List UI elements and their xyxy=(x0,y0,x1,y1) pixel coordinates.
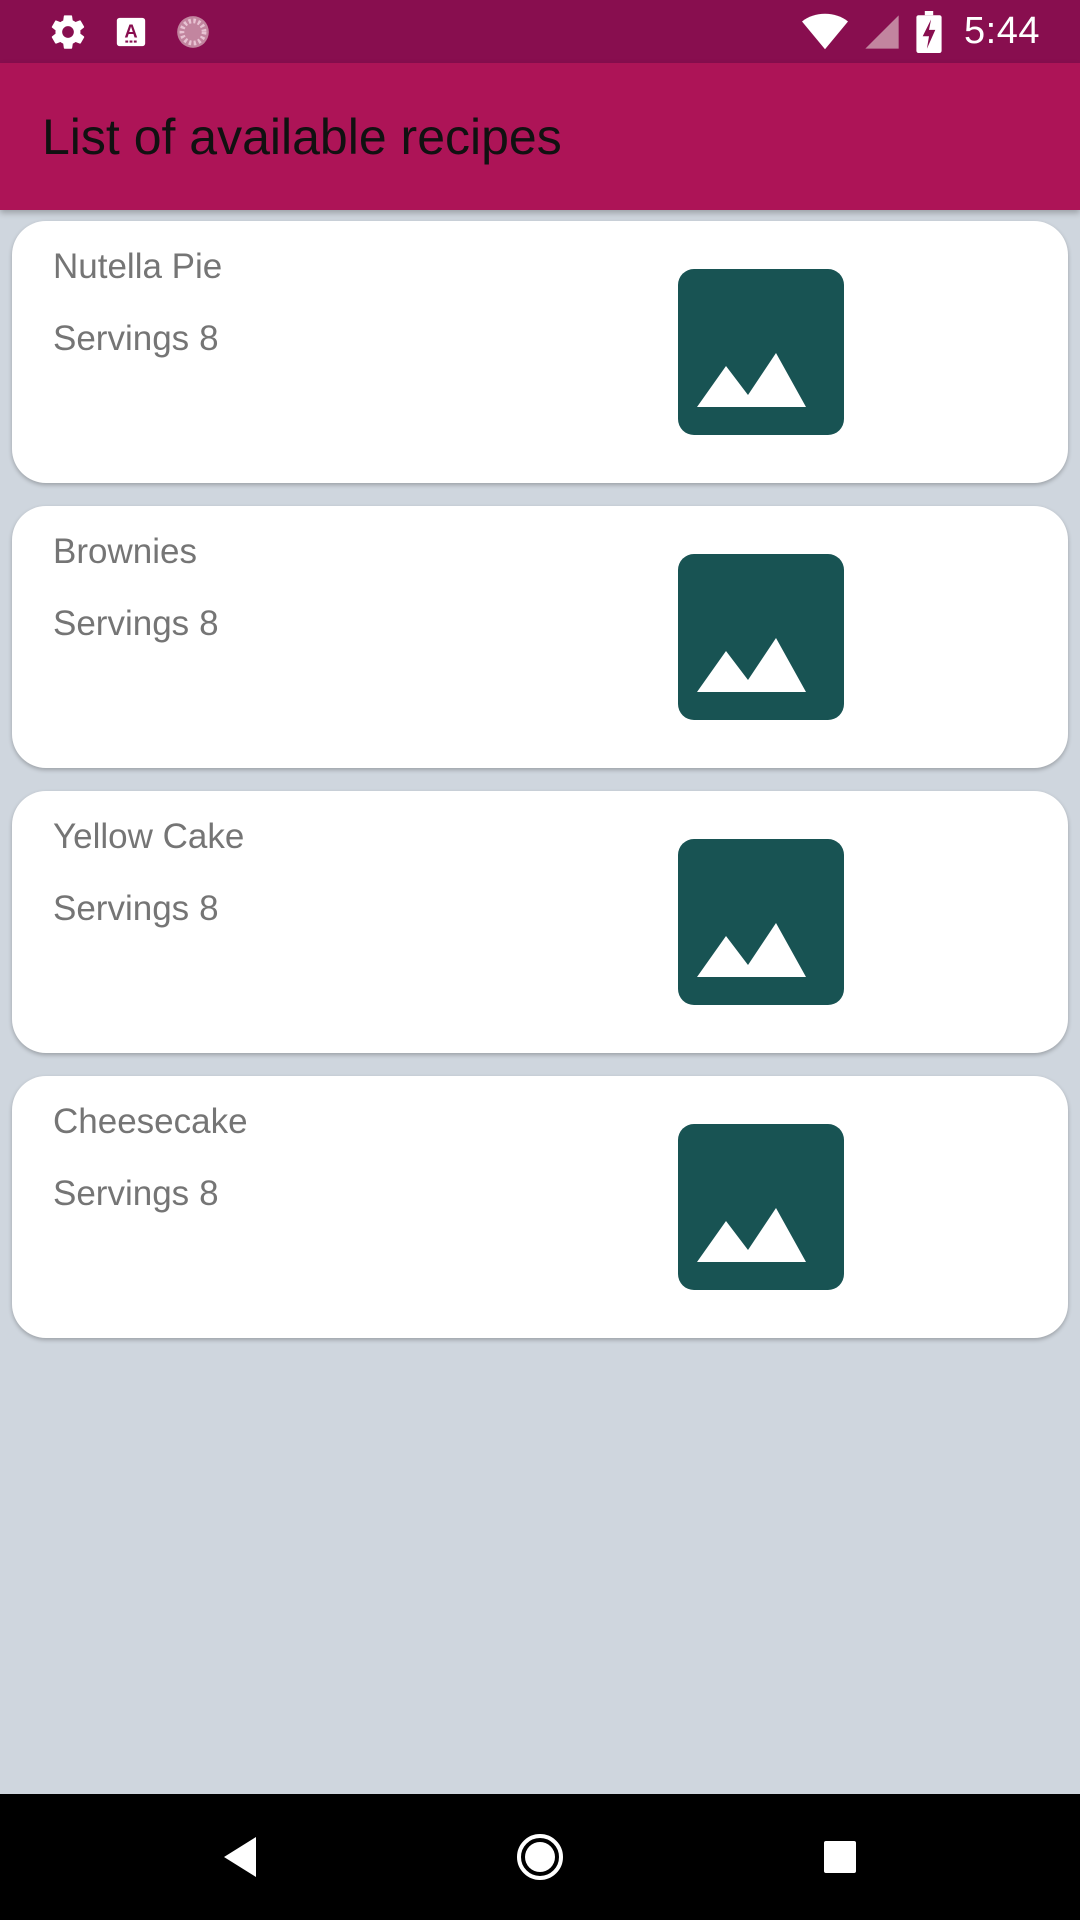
servings-count: 8 xyxy=(199,889,219,928)
recents-icon xyxy=(824,1841,856,1873)
recipe-name: Brownies xyxy=(53,532,197,571)
home-icon xyxy=(517,1834,563,1880)
back-icon xyxy=(224,1837,256,1877)
page-title: List of available recipes xyxy=(42,109,562,165)
status-icons-left: A xyxy=(48,0,212,63)
recipe-card[interactable]: Brownies Servings 8 xyxy=(12,506,1068,768)
back-button[interactable] xyxy=(200,1794,280,1920)
servings-count: 8 xyxy=(199,1174,219,1213)
image-placeholder-icon xyxy=(678,839,844,1005)
recipe-servings: Servings 8 xyxy=(53,319,219,359)
servings-label: Servings xyxy=(53,319,190,358)
recipe-card[interactable]: Yellow Cake Servings 8 xyxy=(12,791,1068,1053)
svg-text:A: A xyxy=(124,20,137,41)
recipe-name: Yellow Cake xyxy=(53,817,245,856)
recipe-name: Nutella Pie xyxy=(53,247,223,286)
recipe-card[interactable]: Cheesecake Servings 8 xyxy=(12,1076,1068,1338)
loading-spinner-icon xyxy=(174,13,212,51)
navigation-bar xyxy=(0,1794,1080,1920)
image-placeholder-icon xyxy=(678,1124,844,1290)
settings-icon xyxy=(48,12,88,52)
status-bar: A 5:44 xyxy=(0,0,1080,63)
app-bar: List of available recipes xyxy=(0,63,1080,210)
recipe-card[interactable]: Nutella Pie Servings 8 xyxy=(12,221,1068,483)
recipe-name: Cheesecake xyxy=(53,1102,248,1141)
recipe-servings: Servings 8 xyxy=(53,889,219,929)
image-placeholder-icon xyxy=(678,554,844,720)
status-time: 5:44 xyxy=(964,10,1040,52)
recipe-servings: Servings 8 xyxy=(53,1174,219,1214)
wifi-icon xyxy=(802,12,849,52)
image-placeholder-icon xyxy=(678,269,844,435)
battery-charging-icon xyxy=(916,10,942,53)
home-button[interactable] xyxy=(500,1794,580,1920)
cell-signal-icon xyxy=(862,12,902,52)
recipe-servings: Servings 8 xyxy=(53,604,219,644)
status-icons-right: 5:44 xyxy=(802,0,1040,63)
keyboard-a-icon: A xyxy=(114,15,148,49)
servings-label: Servings xyxy=(53,604,190,643)
servings-count: 8 xyxy=(199,604,219,643)
servings-label: Servings xyxy=(53,1174,190,1213)
servings-count: 8 xyxy=(199,319,219,358)
servings-label: Servings xyxy=(53,889,190,928)
recents-button[interactable] xyxy=(800,1794,880,1920)
